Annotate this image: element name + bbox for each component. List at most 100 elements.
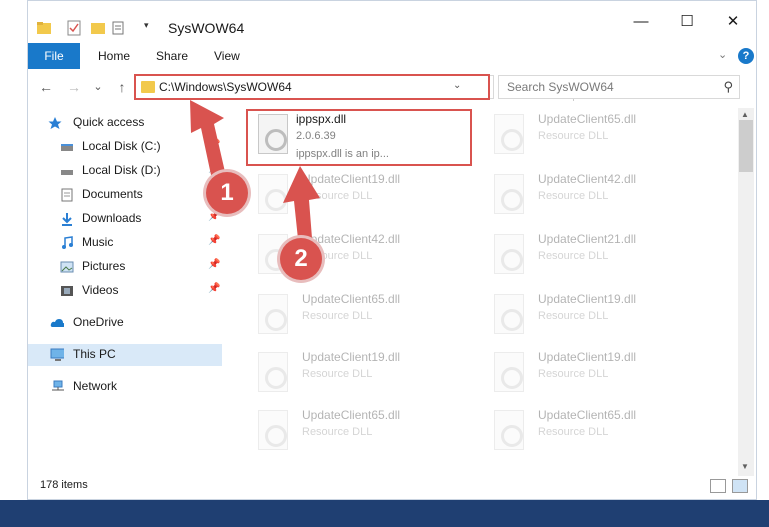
scroll-down-icon[interactable]: ▼ [741,462,749,471]
videos-icon [61,286,73,296]
file-item[interactable]: UpdateClient65.dll Resource DLL [246,406,476,462]
sidebar-item-quick-access[interactable]: Quick access [28,112,222,134]
music-icon [62,236,73,249]
drive-icon [61,170,73,175]
file-description: Resource DLL [538,426,609,438]
file-item[interactable]: UpdateClient65.dll Resource DLL [482,110,712,166]
vertical-scrollbar[interactable]: ▲ ▼ [738,108,754,476]
pin-icon[interactable]: 📌 [208,139,220,150]
expand-ribbon-icon[interactable]: ⌄ [718,48,727,61]
pin-icon[interactable]: 📌 [208,259,220,270]
details-view-icon[interactable] [710,479,726,493]
new-folder-icon[interactable] [90,20,106,36]
file-description: Resource DLL [538,368,609,380]
file-item[interactable]: UpdateClient19.dll Resource DLL [246,170,476,226]
up-button[interactable]: ↑ [112,76,132,98]
sidebar-item-label: OneDrive [73,315,124,329]
dll-file-icon [494,114,524,154]
status-bar: 178 items [28,476,755,496]
minimize-button[interactable]: — [618,10,664,34]
large-icons-view-icon[interactable] [732,479,748,493]
ribbon-tabs: File Home Share View ⌄ ? [28,43,755,69]
file-name: UpdateClient42.dll [302,232,401,246]
recent-locations-button[interactable]: ⌄ [88,76,108,98]
dll-file-icon [494,352,524,392]
tab-file[interactable]: File [28,43,80,69]
customize-toolbar-icon[interactable] [112,20,128,36]
tab-share[interactable]: Share [156,43,188,69]
sidebar-item-label: Documents [82,187,143,201]
sidebar-item-this-pc[interactable]: This PC [28,344,222,366]
file-name: UpdateClient19.dll [302,350,401,364]
sidebar-item-label: Pictures [82,259,126,273]
sidebar-item-music[interactable]: Music 📌 [28,232,222,254]
file-name: UpdateClient19.dll [538,292,637,306]
help-icon[interactable]: ? [738,48,754,64]
pictures-icon [60,261,74,273]
file-highlight-box [246,109,472,166]
download-icon [62,213,72,226]
dll-file-icon [258,410,288,450]
scroll-thumb[interactable] [739,120,753,172]
file-name: UpdateClient65.dll [538,112,637,126]
back-button[interactable]: ← [36,76,56,98]
sidebar-item-label: Downloads [82,211,142,225]
dll-file-icon [494,294,524,334]
sidebar-item-local-disk-c[interactable]: Local Disk (C:) 📌 [28,136,222,158]
forward-button[interactable]: → [64,76,84,98]
title-bar: ▾ SysWOW64 — ☐ ✕ [0,0,769,40]
properties-icon[interactable] [66,20,82,36]
pin-icon[interactable]: 📌 [208,283,220,294]
search-input[interactable]: Search SysWOW64 ⚲ [498,75,740,99]
file-name: UpdateClient65.dll [302,408,401,422]
callout-badge-1: 1 [206,172,248,214]
file-name: UpdateClient42.dll [538,172,637,186]
sidebar-item-pictures[interactable]: Pictures 📌 [28,256,222,278]
item-count: 178 items [40,479,88,491]
file-item[interactable]: UpdateClient21.dll Resource DLL [482,230,712,286]
file-description: Resource DLL [538,190,609,202]
drive-icon [61,144,73,151]
tab-view[interactable]: View [214,43,240,69]
pin-icon[interactable]: 📌 [208,235,220,246]
qat-dropdown-icon[interactable]: ▾ [144,20,149,31]
dll-file-icon [258,294,288,334]
sidebar-item-network[interactable]: Network [28,376,222,398]
close-button[interactable]: ✕ [710,10,756,34]
sidebar-item-label: Quick access [73,115,145,129]
file-description: Resource DLL [302,426,373,438]
file-item[interactable]: UpdateClient19.dll Resource DLL [482,348,712,404]
scroll-up-icon[interactable]: ▲ [741,110,749,119]
search-icon[interactable]: ⚲ [723,79,733,95]
sidebar-item-label: Local Disk (D:) [82,163,161,177]
file-name: UpdateClient65.dll [302,292,401,306]
file-description: Resource DLL [538,310,609,322]
search-placeholder: Search SysWOW64 [507,80,614,94]
window-title: SysWOW64 [168,20,245,36]
sidebar-item-label: Videos [82,283,119,297]
address-highlight-box [134,74,490,100]
file-name: UpdateClient19.dll [538,350,637,364]
network-icon [52,380,64,391]
file-description: Resource DLL [302,190,373,202]
file-description: Resource DLL [538,130,609,142]
tab-home[interactable]: Home [98,43,130,69]
dll-file-icon [258,174,288,214]
sidebar-item-local-disk-d[interactable]: Local Disk (D:) 📌 [28,160,222,182]
sidebar-item-videos[interactable]: Videos 📌 [28,280,222,302]
callout-badge-2: 2 [280,238,322,280]
sidebar-item-downloads[interactable]: Downloads 📌 [28,208,222,230]
maximize-button[interactable]: ☐ [664,10,710,34]
file-item[interactable]: UpdateClient65.dll Resource DLL [482,406,712,462]
dll-file-icon [494,410,524,450]
file-item[interactable]: UpdateClient19.dll Resource DLL [482,290,712,346]
file-description: Resource DLL [302,368,373,380]
sidebar-item-documents[interactable]: Documents 📌 [28,184,222,206]
file-item[interactable]: UpdateClient42.dll Resource DLL [482,170,712,226]
file-item[interactable]: UpdateClient65.dll Resource DLL [246,290,476,346]
file-item[interactable]: UpdateClient19.dll Resource DLL [246,348,476,404]
navigation-pane: Quick access Local Disk (C:) 📌 Local Dis… [28,108,222,468]
pin-icon[interactable]: 📌 [208,163,220,174]
sidebar-item-onedrive[interactable]: OneDrive [28,312,222,334]
file-name: UpdateClient65.dll [538,408,637,422]
